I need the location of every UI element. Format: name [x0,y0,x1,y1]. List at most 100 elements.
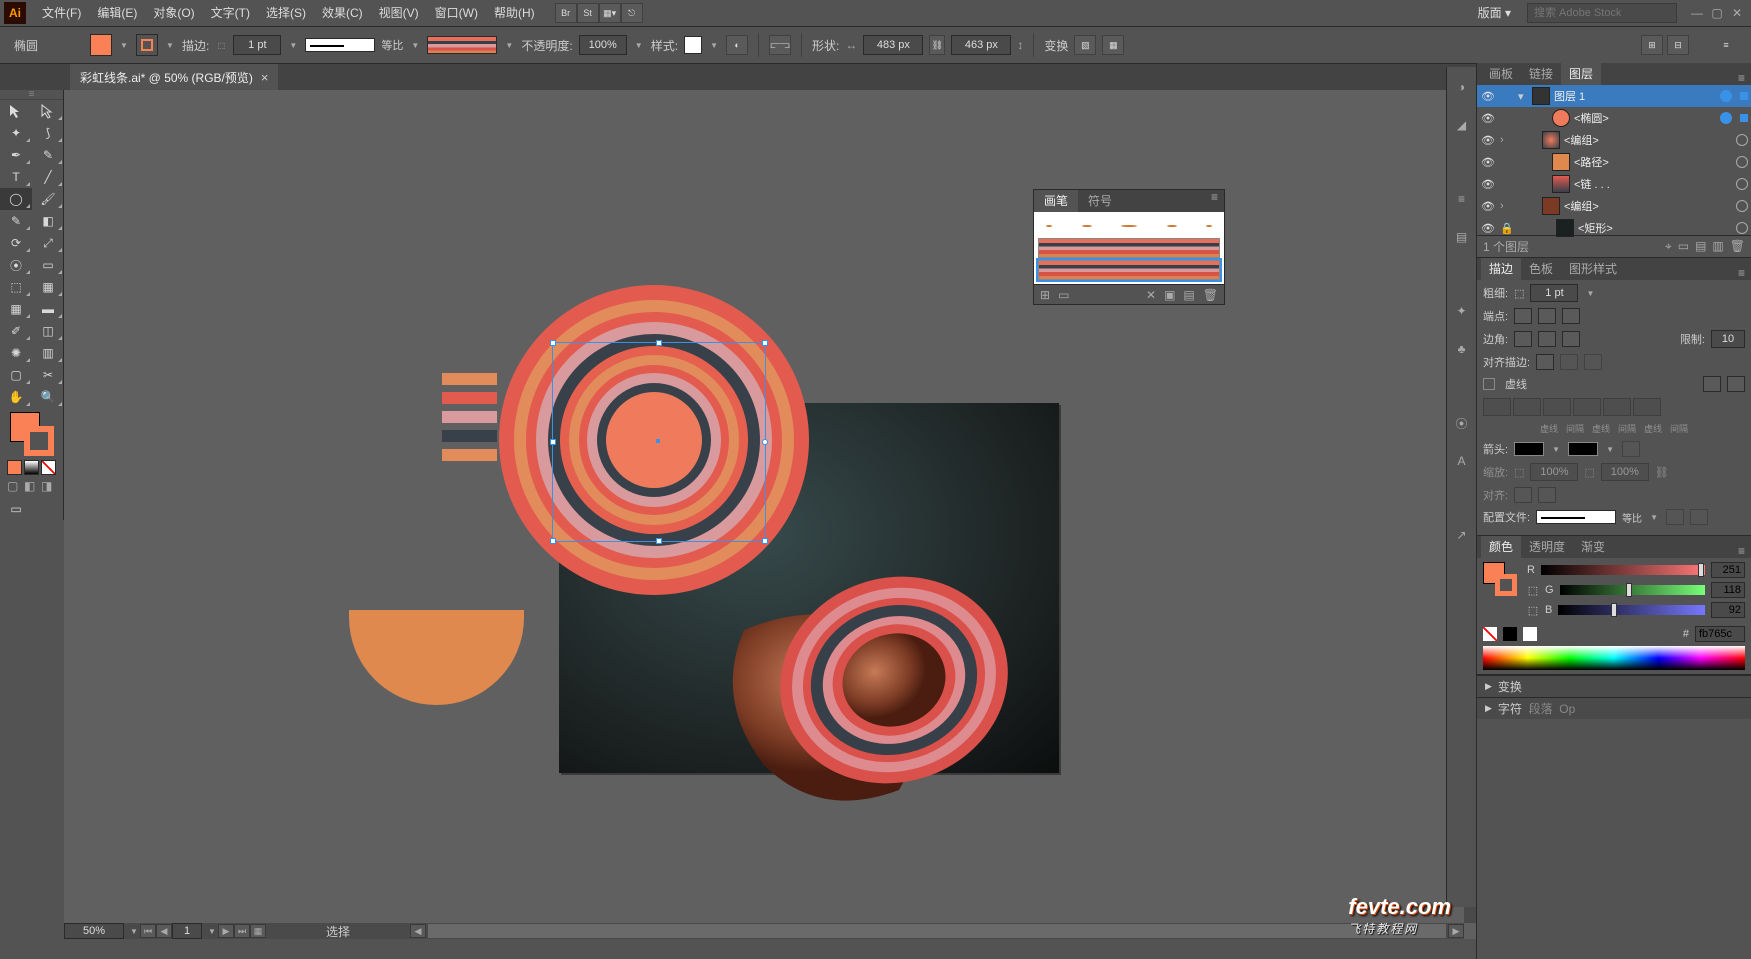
menu-type[interactable]: 文字(T) [203,0,258,27]
brush-lib2-icon[interactable]: ▭ [1058,288,1069,302]
ellipse-tool[interactable]: ◯ [0,188,32,210]
perspective-tool[interactable]: ▦ [32,276,64,298]
limit-input[interactable] [1711,330,1745,348]
style-swatch[interactable] [684,36,702,54]
menu-select[interactable]: 选择(S) [258,0,314,27]
libraries-dock-icon[interactable]: ▤ [1452,227,1472,247]
recolor-icon[interactable]: ◐ [726,35,748,55]
search-input[interactable] [1527,3,1677,23]
paintbrush-tool[interactable]: 🖌 [32,188,64,210]
black-swatch[interactable] [1503,627,1517,641]
pen-tool[interactable]: ✒ [0,144,32,166]
close-tab-icon[interactable]: × [261,70,269,85]
delete-layer-icon[interactable]: 🗑 [1730,239,1745,254]
graph-tool[interactable]: ▥ [32,342,64,364]
stroke-weight-input[interactable] [233,35,281,55]
graphic-styles-tab[interactable]: 图形样式 [1561,258,1625,280]
g-slider[interactable] [1560,585,1705,595]
fill-dropdown-icon[interactable]: ▼ [118,37,130,53]
layer-root[interactable]: 👁▾图层 1 [1477,85,1751,107]
page-input[interactable] [172,923,202,939]
color-mode-icon[interactable] [7,460,22,475]
doc-setup-icon[interactable]: ⊞ [1641,35,1663,55]
symbols-dock-icon[interactable]: ♣ [1452,339,1472,359]
artboards-tab[interactable]: 画板 [1481,63,1521,85]
color-dock-icon[interactable]: ◑ [1452,77,1472,97]
width-input[interactable] [863,35,923,55]
menu-effect[interactable]: 效果(C) [314,0,371,27]
first-page-icon[interactable]: ⏮ [140,924,156,938]
selection-tool[interactable] [0,100,32,122]
menu-file[interactable]: 文件(F) [34,0,89,27]
canvas[interactable]: ▼ ⏮ ◀ ▼ ▶ ⏭ ▦ 选择 ◀ ▶ [64,90,1476,939]
profile-select[interactable] [1536,510,1616,524]
magic-wand-tool[interactable]: ✦ [0,122,32,144]
swatches-tab[interactable]: 色板 [1521,258,1561,280]
weight-input[interactable] [1530,284,1578,302]
gradient-mode-icon[interactable] [24,460,39,475]
transform-link[interactable]: 变换 [1044,37,1068,54]
guide-dock-icon[interactable]: ◢ [1452,115,1472,135]
none-swatch[interactable] [1483,627,1497,641]
menu-window[interactable]: 窗口(W) [427,0,486,27]
none-mode-icon[interactable] [41,460,56,475]
gradient-tab[interactable]: 渐变 [1573,536,1613,558]
layer-item[interactable]: 👁<椭圆> [1477,107,1751,129]
menu-edit[interactable]: 编辑(E) [89,0,145,27]
transparency-tab[interactable]: 透明度 [1521,536,1573,558]
layer-item[interactable]: 👁<路径> [1477,151,1751,173]
arrange-docs-icon[interactable]: ▦▾ [599,3,621,23]
char-dock-icon[interactable]: A [1452,451,1472,471]
zoom-select[interactable] [64,923,124,939]
r-slider[interactable] [1541,565,1705,575]
artboard-tool[interactable]: ▢ [0,364,32,386]
remove-brush-icon[interactable]: ✕ [1146,288,1156,302]
brush-dropdown-icon[interactable]: ▼ [503,37,515,53]
stroke-dropdown-icon[interactable]: ▼ [164,37,176,53]
scroll-left-icon[interactable]: ◀ [410,924,426,938]
panel-menu-icon[interactable]: ≡ [1715,35,1737,55]
profile-dropdown-icon[interactable]: ▼ [409,37,421,53]
g-input[interactable] [1711,582,1745,598]
slice-tool[interactable]: ✂ [32,364,64,386]
stock-icon[interactable]: St [577,3,599,23]
new-brush-icon[interactable]: ▤ [1183,288,1194,302]
opacity-dropdown-icon[interactable]: ▼ [633,37,645,53]
visibility-icon[interactable]: 👁 [1480,90,1496,103]
hex-input[interactable] [1695,626,1745,642]
profile-preview[interactable] [305,38,375,52]
dash-align2-icon[interactable] [1727,376,1745,392]
properties-dock-icon[interactable]: ≡ [1452,189,1472,209]
document-tab[interactable]: 彩虹线条.ai* @ 50% (RGB/预览) × [70,64,278,90]
opacity-input[interactable] [579,35,627,55]
join-bevel-icon[interactable] [1562,331,1580,347]
bridge-icon[interactable]: Br [555,3,577,23]
screen-mode-icon[interactable]: ▭ [0,498,32,520]
new-sublayer-icon[interactable]: ▤ [1695,239,1706,254]
locate-icon[interactable]: ⌖ [1665,239,1672,254]
zoom-tool[interactable]: 🔍 [32,386,64,408]
brush-lib-icon[interactable]: ⊞ [1040,288,1050,302]
free-transform-tool[interactable]: ▭ [32,254,64,276]
transform-accordion[interactable]: ▶变换 [1477,675,1751,697]
fill-stroke-control[interactable] [10,412,54,456]
direct-selection-tool[interactable] [32,100,64,122]
link-wh-icon[interactable]: ⛓ [929,35,945,55]
last-page-icon[interactable]: ⏭ [234,924,250,938]
character-accordion[interactable]: ▶字符 段落 Op [1477,697,1751,719]
cap-square-icon[interactable] [1562,308,1580,324]
arrow-start[interactable] [1514,442,1544,456]
brushes-dock-icon[interactable]: ✦ [1452,301,1472,321]
artboard-nav-icon[interactable]: ▦ [250,924,266,938]
gradient-tool[interactable]: ▬ [32,298,64,320]
hand-tool[interactable]: ✋ [0,386,32,408]
export-dock-icon[interactable]: ↗ [1452,525,1472,545]
menu-object[interactable]: 对象(O) [145,0,202,27]
curvature-tool[interactable]: ✎ [32,144,64,166]
pixel-icon[interactable]: ▦ [1102,35,1124,55]
stroke-weight-dropdown-icon[interactable]: ▼ [287,37,299,53]
brush-preview[interactable] [427,36,497,54]
window-close-icon[interactable]: ✕ [1727,6,1747,20]
symbols-tab[interactable]: 符号 [1078,190,1122,212]
align-icon[interactable]: ⫍⫎ [769,35,791,55]
